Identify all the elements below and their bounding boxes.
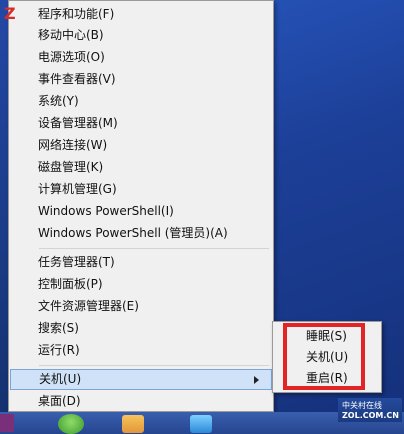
menu-item-powershell-admin[interactable]: Windows PowerShell (管理员)(A) [10,223,272,244]
quick-link-menu: 程序和功能(F) 移动中心(B) 电源选项(O) 事件查看器(V) 系统(Y) … [8,0,274,412]
menu-item-device-manager[interactable]: 设备管理器(M) [10,113,272,134]
menu-item-powershell[interactable]: Windows PowerShell(I) [10,201,272,222]
menu-item-run[interactable]: 运行(R) [10,340,272,361]
annotation-highlight-box [283,323,365,390]
menu-item-programs-features[interactable]: 程序和功能(F) [10,4,272,25]
menu-item-computer-management[interactable]: 计算机管理(G) [10,179,272,200]
menu-item-power-options[interactable]: 电源选项(O) [10,47,272,68]
menu-item-file-explorer[interactable]: 文件资源管理器(E) [10,296,272,317]
menu-item-disk-management[interactable]: 磁盘管理(K) [10,157,272,178]
menu-item-event-viewer[interactable]: 事件查看器(V) [10,69,272,90]
submenu-arrow-icon [254,376,259,384]
menu-item-mobility-center[interactable]: 移动中心(B) [10,25,272,46]
watermark-line2: ZOL.COM.CN [342,411,399,420]
menu-item-desktop[interactable]: 桌面(D) [10,391,272,412]
menu-separator [39,248,269,249]
menu-item-search[interactable]: 搜索(S) [10,318,272,339]
desktop-left-strip [0,0,8,434]
taskbar-browser-icon[interactable] [58,414,84,434]
taskbar-store-icon[interactable] [190,415,212,433]
menu-item-shutdown-label: 关机(U) [39,372,82,386]
menu-separator [39,365,269,366]
taskbar-folder-icon[interactable] [122,415,144,433]
menu-item-control-panel[interactable]: 控制面板(P) [10,274,272,295]
watermark-logo: 中关村在线 ZOL.COM.CN [338,398,402,422]
zol-letter: Z [4,4,16,23]
start-corner[interactable] [0,414,14,432]
menu-item-shutdown[interactable]: 关机(U) [10,369,272,390]
menu-item-system[interactable]: 系统(Y) [10,91,272,112]
menu-item-network-connections[interactable]: 网络连接(W) [10,135,272,156]
menu-item-task-manager[interactable]: 任务管理器(T) [10,252,272,273]
